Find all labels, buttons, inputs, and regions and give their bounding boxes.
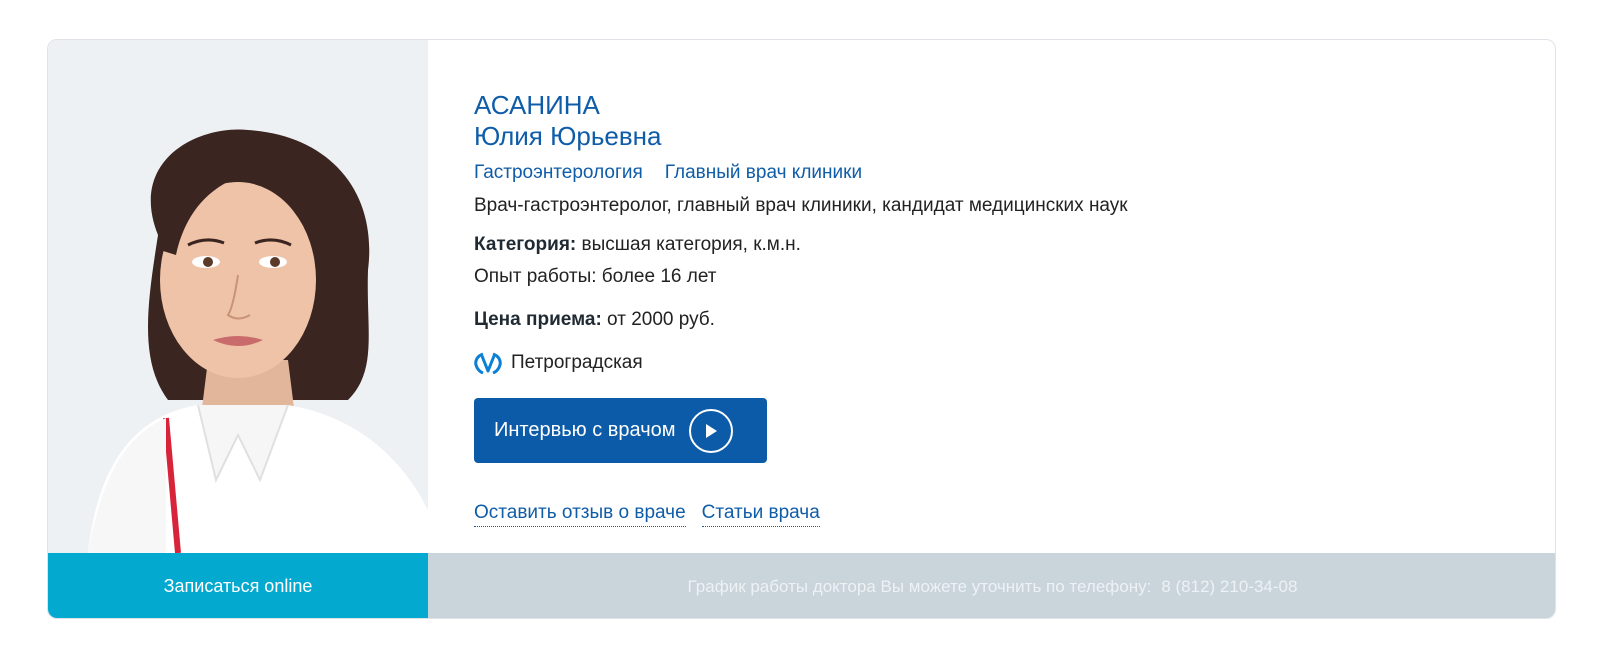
tag-gastroenterology[interactable]: Гастроэнтерология [474, 162, 643, 184]
tag-chief-doctor[interactable]: Главный врач клиники [665, 162, 862, 184]
schedule-phone[interactable]: 8 (812) 210-34-08 [1161, 577, 1297, 597]
metro-station: Петроградская [474, 352, 643, 374]
play-icon [689, 408, 734, 453]
category-value: высшая категория, к.м.н. [576, 234, 801, 255]
doctor-category: Категория: высшая категория, к.м.н. [474, 234, 801, 256]
leave-review-link[interactable]: Оставить отзыв о враче [474, 502, 686, 527]
doctor-price: Цена приема: от 2000 руб. [474, 309, 715, 331]
doctor-card: Записаться online АСАНИНА Юлия Юрьевна Г… [47, 39, 1556, 619]
metro-logo-icon [474, 352, 502, 374]
specialty-tags: Гастроэнтерология Главный врач клиники [474, 162, 862, 184]
doctor-experience: Опыт работы: более 16 лет [474, 266, 717, 287]
schedule-text: График работы доктора Вы можете уточнить… [687, 576, 1152, 596]
metro-station-name: Петроградская [511, 352, 643, 373]
interview-button-label: Интервью с врачом [494, 419, 676, 441]
doctor-first-names: Юлия Юрьевна [474, 121, 662, 151]
doctor-photo [48, 40, 428, 553]
doctor-articles-link[interactable]: Статьи врача [701, 502, 820, 527]
schedule-bar: График работы доктора Вы можете уточнить… [428, 553, 1555, 618]
photo-column: Записаться online [48, 40, 428, 618]
price-value: от 2000 руб. [601, 309, 715, 330]
price-label: Цена приема: [474, 309, 602, 330]
interview-button[interactable]: Интервью с врачом [474, 398, 767, 463]
book-online-button[interactable]: Записаться online [48, 553, 428, 618]
doctor-surname: АСАНИНА [474, 90, 600, 120]
doctor-links: Оставить отзыв о враче Статьи врача [474, 502, 820, 527]
doctor-description: Врач-гастроэнтеролог, главный врач клини… [474, 195, 1128, 216]
category-label: Категория: [474, 234, 577, 255]
